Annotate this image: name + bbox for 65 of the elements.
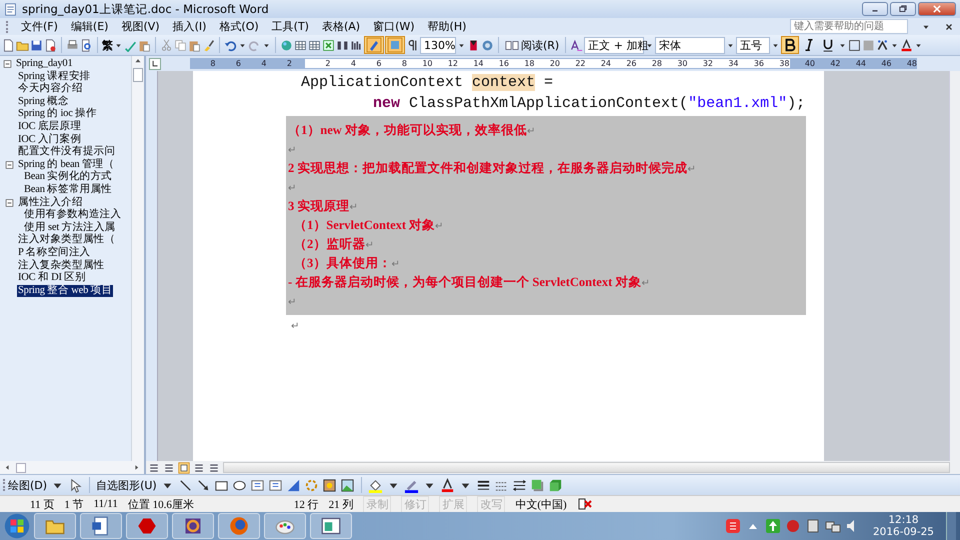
status-item: 21 列 [328, 498, 354, 512]
paragraph-text: （3）具体使用： [294, 256, 392, 270]
menu-item[interactable]: 工具(T) [272, 19, 309, 34]
status-item: 位置 10.6厘米 [128, 498, 194, 512]
outline-item[interactable]: 今天内容介绍 [17, 83, 84, 96]
paragraph-mark: ↵ [349, 202, 358, 213]
font-size-dropdown[interactable]: 五号 [736, 36, 770, 54]
outline-item[interactable]: Spring 的 ioc 操作 [17, 108, 98, 121]
draw-menu[interactable]: 绘图(D) [8, 478, 48, 492]
paragraph-text: （1）new 对象，功能可以实现，效率很低 [288, 123, 527, 137]
paragraph-mark: ↵ [435, 221, 444, 232]
menu-item[interactable]: 格式(O) [219, 19, 259, 34]
outline-item[interactable]: Bean 实例化的方式 [23, 171, 113, 184]
clock-date[interactable]: 2016-09-25 [872, 526, 934, 538]
outline-item[interactable]: Spring 概念 [17, 96, 70, 108]
paragraph-mark: ↵ [687, 164, 696, 175]
menu-item[interactable]: 窗口(W) [373, 19, 415, 34]
status-item: 12 行 [294, 498, 319, 512]
outline-item[interactable]: IOC 底层原理 [17, 120, 82, 134]
zoom-field[interactable]: 130% [420, 36, 456, 54]
autoshapes-menu[interactable]: 自选图形(U) [96, 478, 157, 492]
status-item: 11/11 [94, 498, 118, 510]
window-title: spring_day01上课笔记.doc - Microsoft Word [22, 2, 270, 16]
paragraph-mark: ↵ [288, 145, 296, 156]
outline-item[interactable]: 使用有参数构造注入 [23, 209, 122, 222]
simplified-chinese-button[interactable]: 繁 [102, 38, 113, 52]
clock-time[interactable]: 12:18 [888, 514, 919, 526]
status-item: 11 页 [30, 498, 54, 512]
outline-item[interactable]: 使用 set 方法注入属 [23, 222, 117, 234]
paragraph-text: （2）监听器 [294, 237, 366, 251]
menu-item[interactable]: 编辑(E) [70, 19, 108, 34]
paragraph-mark: ↵ [291, 321, 299, 332]
paragraph-text: （1）ServletContext 对象 [294, 218, 436, 232]
paragraph-mark: ↵ [391, 259, 400, 270]
outline-item[interactable]: P 名称空间注入 [17, 246, 92, 260]
status-item: 1 节 [64, 498, 84, 512]
horizontal-ruler[interactable]: 8 6 4 2 2 4 6 8 10 12 14 16 18 20 22 24 26 28 30 32 34 36 38 40 42 44 46 48 [190, 58, 917, 69]
outline-item[interactable]: IOC 和 DI 区别 [17, 272, 87, 285]
outline-item[interactable]: 注入复杂类型属性 [17, 260, 106, 272]
paragraph-text: - 在服务器启动时候，为每个项目创建一个 ServletContext 对象 [288, 275, 642, 289]
menu-item[interactable]: 帮助(H) [428, 19, 466, 34]
outline-item[interactable]: Spring 的 bean 管理（ [17, 158, 116, 172]
outline-item[interactable]: 注入对象类型属性（ [17, 234, 116, 247]
outline-item[interactable]: IOC 入门案例 [17, 134, 82, 146]
outline-item[interactable]: Bean 标签常用属性 [23, 184, 113, 197]
paragraph-mark: ↵ [365, 240, 374, 251]
paragraph-mark: ↵ [526, 126, 535, 137]
read-button[interactable]: 阅读(R) [503, 36, 562, 54]
menu-item[interactable]: 视图(V) [121, 19, 160, 34]
paragraph-text: 2 实现思想：把加载配置文件和创建对象过程，在服务器启动时候完成 [288, 161, 688, 175]
outline-item[interactable]: Spring_day01 [15, 58, 74, 71]
paragraph-mark: ↵ [288, 183, 296, 194]
font-dropdown[interactable]: 宋体 [655, 36, 726, 54]
outline-item[interactable]: 配置文件没有提示问 [17, 146, 116, 159]
menu-item[interactable]: 插入(I) [172, 19, 206, 34]
paragraph-mark: ↵ [641, 278, 650, 289]
paragraph-mark: ↵ [288, 297, 296, 308]
outline-item[interactable]: Spring 整合 web 项目 [17, 284, 114, 298]
help-search-field[interactable]: 键入需要帮助的问题 [790, 19, 908, 34]
menu-item[interactable]: 表格(A) [322, 19, 360, 34]
menu-item[interactable]: 文件(F) [21, 19, 58, 34]
status-item: 中文(中国) [515, 498, 567, 512]
outline-item[interactable]: 属性注入介绍 [17, 196, 84, 210]
outline-item[interactable]: Spring 课程安排 [17, 70, 92, 84]
paragraph-text: 3 实现原理 [288, 199, 350, 213]
